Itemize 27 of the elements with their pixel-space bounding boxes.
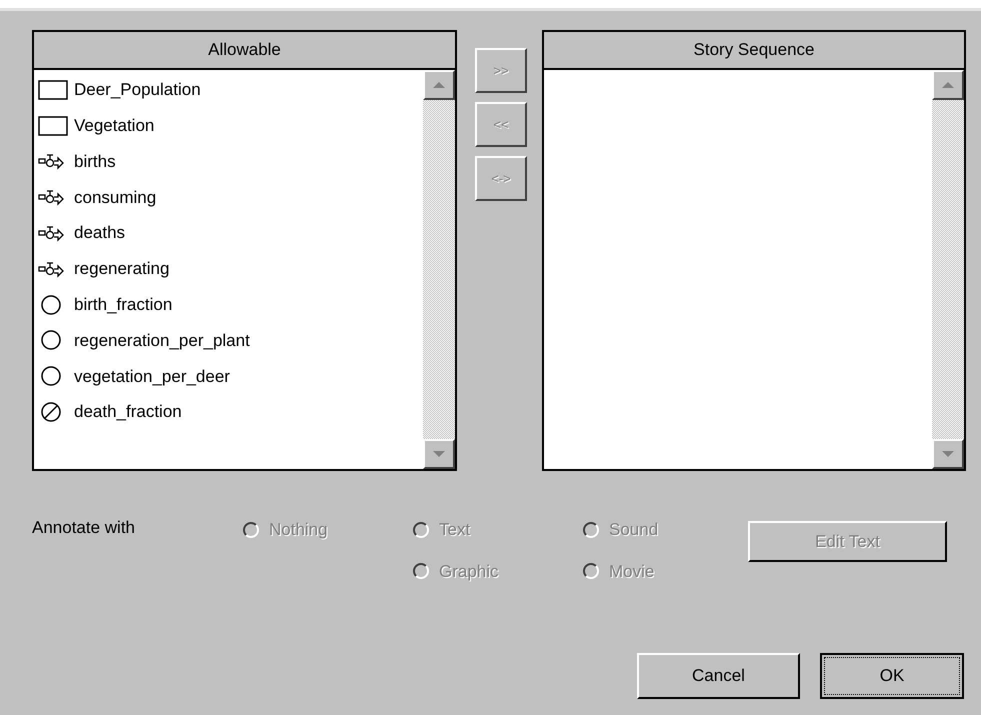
scroll-down-button[interactable] <box>932 439 964 469</box>
list-item[interactable]: death_fraction <box>34 394 423 430</box>
rectangle-icon <box>38 78 68 101</box>
list-item[interactable]: regeneration_per_plant <box>34 322 423 358</box>
list-item[interactable]: birth_fraction <box>34 286 423 323</box>
list-item[interactable]: consuming <box>34 179 423 216</box>
panel-header: Allowable <box>34 32 455 70</box>
annotate-label: Annotate with <box>32 517 136 539</box>
scroll-up-button[interactable] <box>932 70 964 100</box>
up-arrow-icon <box>942 82 954 88</box>
dialog-button[interactable]: OK <box>820 653 964 699</box>
scrollbar[interactable] <box>932 70 964 469</box>
panel-header: Story Sequence <box>544 32 964 70</box>
list-item[interactable]: deaths <box>34 215 423 251</box>
scroll-down-button[interactable] <box>423 439 455 469</box>
dialog-button[interactable]: Cancel <box>637 653 800 699</box>
list-item[interactable]: vegetation_per_deer <box>34 358 423 394</box>
rectangle-icon <box>38 114 68 137</box>
scrollbar[interactable] <box>423 70 455 469</box>
list-item[interactable]: births <box>34 144 423 180</box>
scroll-up-button[interactable] <box>423 70 455 100</box>
list-item[interactable]: Deer_Population <box>34 72 423 108</box>
down-arrow-icon <box>942 451 954 457</box>
down-arrow-icon <box>433 451 445 457</box>
list-item[interactable]: regenerating <box>34 250 423 287</box>
list-item[interactable]: Vegetation <box>34 108 423 144</box>
up-arrow-icon <box>433 82 445 88</box>
